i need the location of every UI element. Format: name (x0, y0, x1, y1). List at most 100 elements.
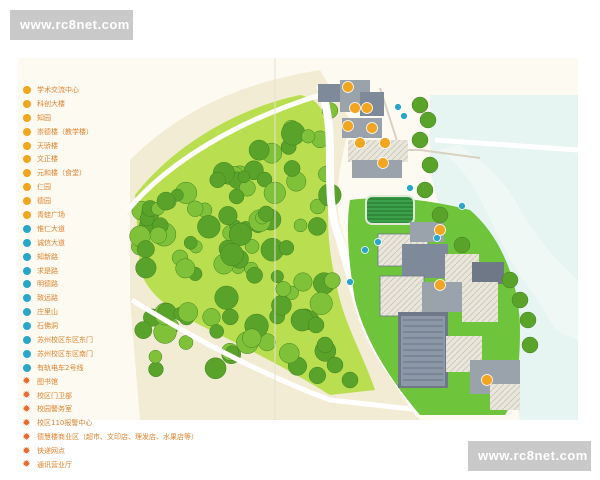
tree-icon (431, 206, 449, 224)
legend-label: 崇德楼（教学楼） (37, 127, 93, 136)
tree-icon (270, 270, 284, 284)
legend-item: 仁园 (22, 180, 272, 194)
legend-label: 知园 (37, 113, 51, 122)
tree-icon (341, 371, 359, 389)
dot-icon (22, 210, 31, 219)
legend-label: 元和楼（食堂） (37, 169, 86, 178)
star-icon: ✹ (22, 376, 31, 388)
tree-icon (271, 295, 292, 316)
tree-icon (293, 218, 308, 233)
legend-item: 庄里山 (22, 305, 272, 319)
tree-icon (419, 111, 437, 129)
tree-icon (326, 356, 344, 374)
legend-item: 文正楼 (22, 152, 272, 166)
legend-item: ✹ 校区110报警中心 (22, 416, 272, 430)
building-marker-icon (481, 374, 493, 386)
tree-icon (309, 291, 333, 315)
star-icon: ✹ (22, 417, 31, 429)
building-marker-icon (349, 102, 361, 114)
building-marker-icon (366, 122, 378, 134)
legend-item: 惟仁大道 (22, 222, 272, 236)
dot-icon (22, 266, 31, 275)
legend-label: 德园 (37, 197, 51, 206)
legend-label: 惟仁大道 (37, 224, 65, 233)
legend-label: 青蛙广场 (37, 210, 65, 219)
legend-item: ✹ 德慧楼商业区（超市、文印店、理发店、水果店等） (22, 430, 272, 444)
dot-icon (22, 224, 31, 233)
building-marker-icon (434, 279, 446, 291)
building-marker-icon (377, 157, 389, 169)
tree-icon (278, 240, 295, 256)
legend-item: 有轨电车2号线 (22, 361, 272, 375)
legend-item: ✹ 校园警务室 (22, 402, 272, 416)
legend-label: 求是路 (37, 266, 58, 275)
legend-item: 崇德楼（教学楼） (22, 125, 272, 139)
dot-icon (22, 349, 31, 358)
building-marker-icon (342, 120, 354, 132)
sports-field (365, 195, 415, 225)
dot-icon (22, 169, 31, 178)
legend-label: 石佛洞 (37, 322, 58, 331)
road-marker-icon (433, 234, 441, 242)
dot-icon (22, 113, 31, 122)
legend-item: 诚信大道 (22, 236, 272, 250)
dot-icon (22, 99, 31, 108)
star-icon: ✹ (22, 390, 31, 402)
road-marker-icon (394, 103, 402, 111)
tree-icon (316, 336, 334, 354)
tree-icon (421, 156, 439, 174)
legend-item: 知新路 (22, 250, 272, 264)
dot-icon (22, 183, 31, 192)
legend-item: 知园 (22, 111, 272, 125)
legend-label: 天骄楼 (37, 141, 58, 150)
legend-label: 有轨电车2号线 (37, 363, 84, 372)
star-icon: ✹ (22, 403, 31, 415)
star-icon: ✹ (22, 459, 31, 471)
dot-icon (22, 155, 31, 164)
legend-item: 学术交流中心 (22, 83, 272, 97)
dot-icon (22, 85, 31, 94)
tree-icon (279, 343, 300, 364)
legend-item: 求是路 (22, 264, 272, 278)
dot-icon (22, 252, 31, 261)
legend-label: 知新路 (37, 252, 58, 261)
tree-icon (308, 366, 326, 384)
legend-item: ✹ 图书馆 (22, 375, 272, 389)
tree-icon (519, 311, 537, 329)
star-icon: ✹ (22, 431, 31, 443)
building-marker-icon (361, 102, 373, 114)
building-marker-icon (379, 137, 391, 149)
legend-label: 苏州校区东区东门 (37, 335, 93, 344)
tree-icon (281, 121, 306, 146)
tree-icon (411, 131, 429, 149)
legend-item: 元和楼（食堂） (22, 166, 272, 180)
tree-icon (453, 236, 471, 254)
building-marker-icon (434, 224, 446, 236)
tree-icon (293, 272, 313, 292)
building (462, 282, 498, 322)
building (472, 262, 504, 284)
tree-icon (411, 96, 429, 114)
dot-icon (22, 197, 31, 206)
legend-item: 石佛洞 (22, 319, 272, 333)
watermark-bottom: www.rc8net.com (468, 441, 591, 471)
dot-icon (22, 308, 31, 317)
legend-label: 庄里山 (37, 308, 58, 317)
library-facade (401, 316, 445, 386)
building (490, 384, 520, 410)
building (318, 84, 340, 102)
legend-item: 德园 (22, 194, 272, 208)
dot-icon (22, 294, 31, 303)
dot-icon (22, 322, 31, 331)
legend-item: ✹ 快递网点 (22, 444, 272, 458)
legend-item: 天骄楼 (22, 139, 272, 153)
legend-label: 校区110报警中心 (37, 419, 93, 428)
dot-icon (22, 238, 31, 247)
legend-item: ✹ 通讯营业厅 (22, 458, 272, 472)
road-marker-icon (346, 278, 354, 286)
legend-item: ✹ 校区门卫部 (22, 389, 272, 403)
legend-item: 青蛙广场 (22, 208, 272, 222)
road-marker-icon (361, 246, 369, 254)
dot-icon (22, 363, 31, 372)
road-marker-icon (374, 238, 382, 246)
